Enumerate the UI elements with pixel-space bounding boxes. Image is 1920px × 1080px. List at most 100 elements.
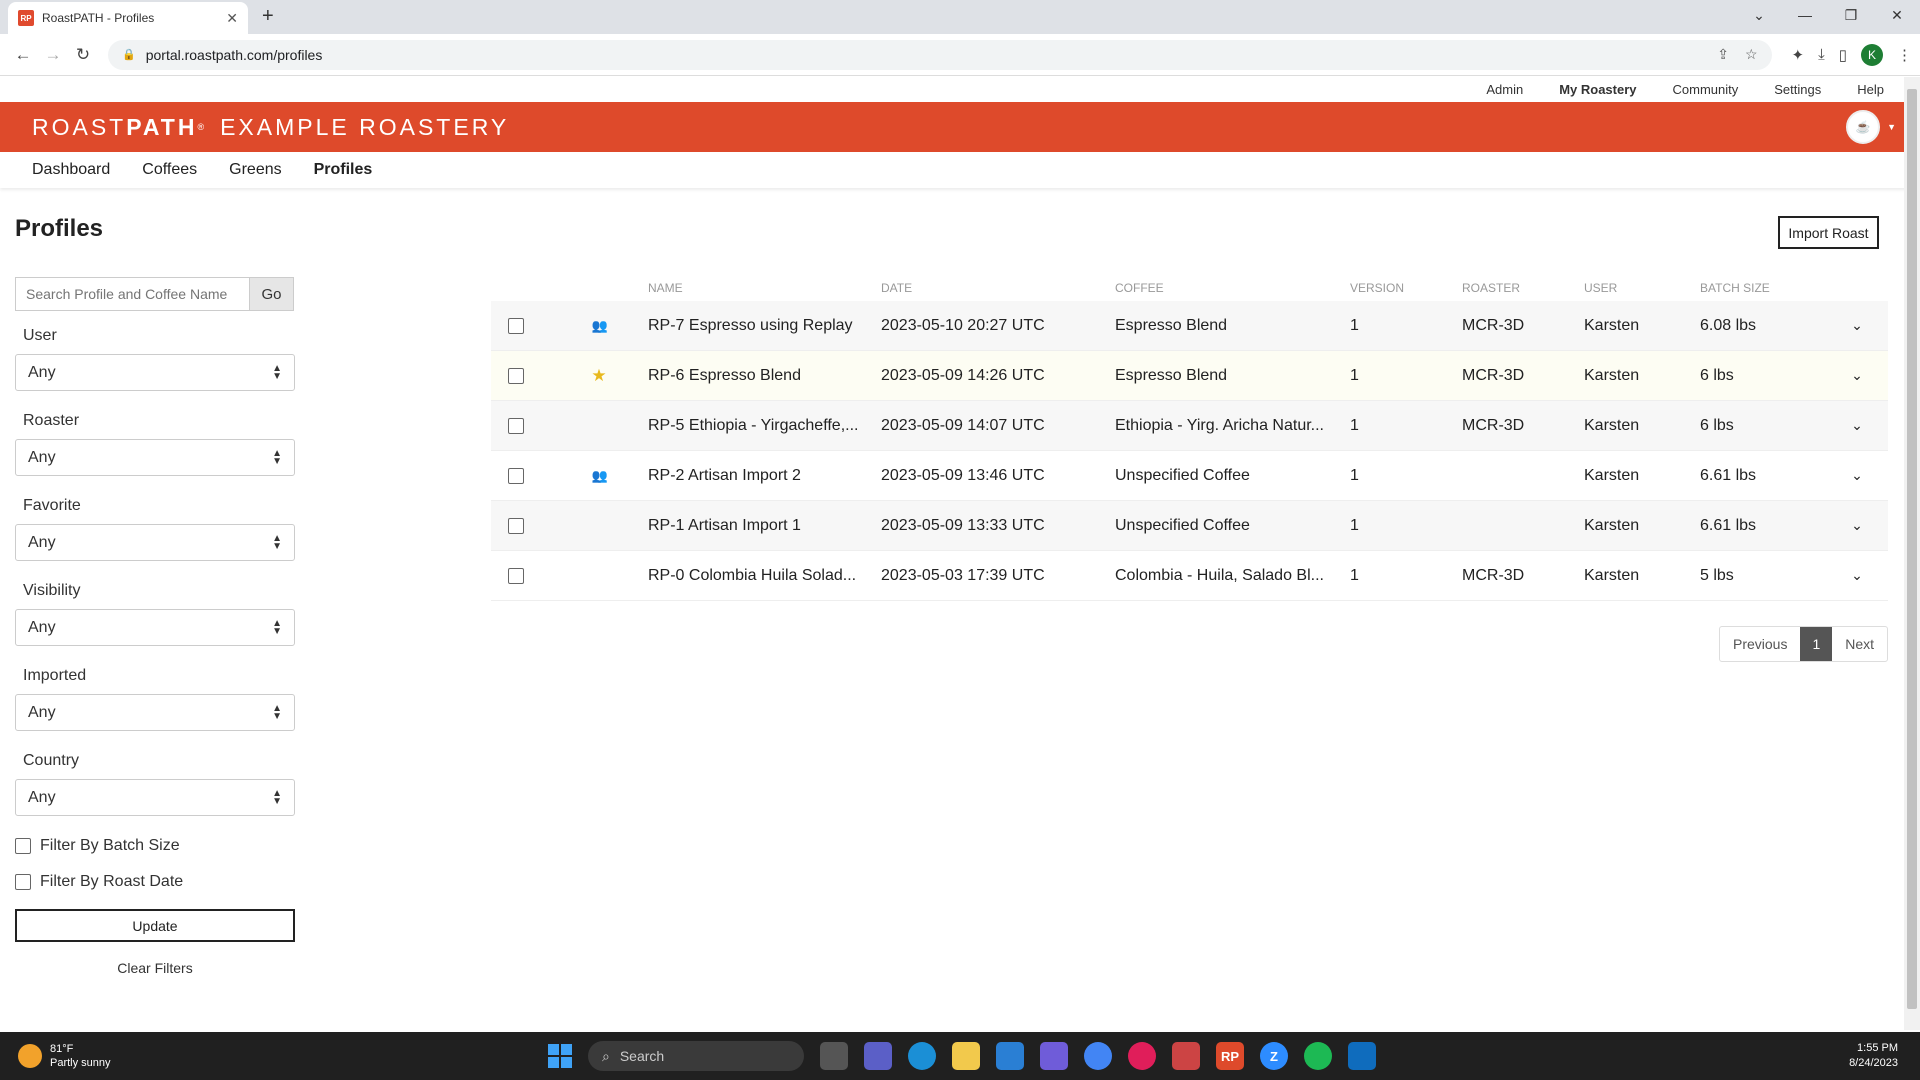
chevron-down-icon[interactable]: ⌄: [1827, 317, 1887, 334]
chevron-down-icon[interactable]: ⌄: [1827, 567, 1887, 584]
download-icon[interactable]: ⤓: [1818, 46, 1825, 63]
chevron-down-icon[interactable]: ⌄: [1827, 467, 1887, 484]
top-link-settings[interactable]: Settings: [1774, 82, 1821, 97]
profile-name[interactable]: RP-5 Ethiopia - Yirgacheffe,...: [648, 417, 881, 435]
extensions-icon[interactable]: ✦: [1792, 46, 1805, 64]
table-row[interactable]: ★ RP-6 Espresso Blend 2023-05-09 14:26 U…: [491, 351, 1888, 401]
profile-name[interactable]: RP-2 Artisan Import 2: [648, 467, 881, 485]
country-select[interactable]: Any ▲ ▼: [15, 779, 295, 816]
profile-name[interactable]: RP-0 Colombia Huila Solad...: [648, 567, 881, 585]
roast-date-filter[interactable]: Filter By Roast Date: [15, 873, 295, 891]
column-header-roaster[interactable]: ROASTER: [1462, 281, 1584, 295]
current-page-button[interactable]: 1: [1800, 627, 1833, 661]
table-row[interactable]: 👥 RP-2 Artisan Import 2 2023-05-09 13:46…: [491, 451, 1888, 501]
side-panel-icon[interactable]: ▯: [1839, 46, 1847, 64]
top-link-help[interactable]: Help: [1857, 82, 1884, 97]
row-checkbox[interactable]: [508, 467, 524, 484]
weather-widget[interactable]: 81°F Partly sunny: [18, 1042, 111, 1070]
forward-icon[interactable]: →: [38, 45, 68, 65]
app-icon[interactable]: [1040, 1042, 1068, 1070]
batch-size-checkbox[interactable]: [15, 838, 31, 854]
windows-start-icon[interactable]: [548, 1044, 572, 1068]
column-header-name[interactable]: NAME: [648, 281, 881, 295]
previous-page-button[interactable]: Previous: [1720, 627, 1800, 661]
edge-icon[interactable]: [908, 1042, 936, 1070]
roastpath-app-icon[interactable]: RP: [1216, 1042, 1244, 1070]
profile-name[interactable]: RP-7 Espresso using Replay: [648, 317, 881, 335]
table-row[interactable]: 👥 RP-7 Espresso using Replay 2023-05-10 …: [491, 301, 1888, 351]
zoom-icon[interactable]: Z: [1260, 1042, 1288, 1070]
close-window-icon[interactable]: ✕: [1874, 0, 1920, 30]
batch-size-filter[interactable]: Filter By Batch Size: [15, 837, 295, 855]
import-roast-button[interactable]: Import Roast: [1778, 216, 1879, 249]
row-checkbox[interactable]: [508, 517, 524, 534]
favorite-select[interactable]: Any ▲ ▼: [15, 524, 295, 561]
slack-icon[interactable]: [1128, 1042, 1156, 1070]
mail-icon[interactable]: [996, 1042, 1024, 1070]
spotify-icon[interactable]: [1304, 1042, 1332, 1070]
top-link-admin[interactable]: Admin: [1486, 82, 1523, 97]
chrome-icon[interactable]: [1084, 1042, 1112, 1070]
row-checkbox[interactable]: [508, 367, 524, 384]
roaster-select[interactable]: Any ▲ ▼: [15, 439, 295, 476]
restore-icon[interactable]: ❐: [1828, 0, 1874, 30]
roastpath-logo[interactable]: ROASTPATH: [32, 114, 197, 141]
taskbar-search[interactable]: ⌕ Search: [588, 1041, 804, 1071]
file-explorer-icon[interactable]: [952, 1042, 980, 1070]
column-header-version[interactable]: VERSION: [1350, 281, 1462, 295]
profile-name[interactable]: RP-1 Artisan Import 1: [648, 517, 881, 535]
minimize-icon[interactable]: —: [1782, 0, 1828, 30]
top-link-community[interactable]: Community: [1673, 82, 1739, 97]
column-header-batch-size[interactable]: BATCH SIZE: [1700, 281, 1827, 295]
nav-greens[interactable]: Greens: [229, 161, 281, 179]
new-tab-icon[interactable]: +: [262, 5, 274, 28]
address-bar[interactable]: 🔒 portal.roastpath.com/profiles ⇪ ☆: [108, 39, 1772, 70]
scrollbar-thumb[interactable]: [1907, 89, 1917, 1009]
dice-app-icon[interactable]: [1172, 1042, 1200, 1070]
system-clock[interactable]: 1:55 PM 8/24/2023: [1849, 1041, 1898, 1071]
profile-name[interactable]: RP-6 Espresso Blend: [648, 367, 881, 385]
table-row[interactable]: RP-0 Colombia Huila Solad... 2023-05-03 …: [491, 551, 1888, 601]
nav-dashboard[interactable]: Dashboard: [32, 161, 110, 179]
chevron-down-icon[interactable]: ⌄: [1827, 417, 1887, 434]
clear-filters-link[interactable]: Clear Filters: [15, 960, 295, 976]
page-scrollbar[interactable]: [1904, 77, 1920, 1030]
chevron-down-icon[interactable]: ⌄: [1827, 367, 1887, 384]
nav-coffees[interactable]: Coffees: [142, 161, 197, 179]
chevron-down-icon[interactable]: ⌄: [1827, 517, 1887, 534]
tab-search-icon[interactable]: ⌄: [1736, 0, 1782, 30]
caret-down-icon[interactable]: ▼: [1887, 122, 1896, 132]
update-button[interactable]: Update: [15, 909, 295, 942]
reload-icon[interactable]: ↻: [68, 45, 98, 65]
bookmark-star-icon[interactable]: ☆: [1745, 46, 1758, 63]
next-page-button[interactable]: Next: [1832, 627, 1887, 661]
visibility-select[interactable]: Any ▲ ▼: [15, 609, 295, 646]
search-input[interactable]: [15, 277, 249, 311]
roastery-avatar[interactable]: ☕: [1846, 110, 1880, 144]
task-view-icon[interactable]: [820, 1042, 848, 1070]
row-checkbox[interactable]: [508, 417, 524, 434]
row-checkbox[interactable]: [508, 567, 524, 584]
table-row[interactable]: RP-5 Ethiopia - Yirgacheffe,... 2023-05-…: [491, 401, 1888, 451]
back-icon[interactable]: ←: [8, 45, 38, 65]
row-checkbox[interactable]: [508, 317, 524, 334]
table-row[interactable]: RP-1 Artisan Import 1 2023-05-09 13:33 U…: [491, 501, 1888, 551]
nav-profiles[interactable]: Profiles: [314, 161, 373, 179]
user-select[interactable]: Any ▲ ▼: [15, 354, 295, 391]
favorite-star-icon[interactable]: ★: [591, 366, 606, 386]
imported-select[interactable]: Any ▲ ▼: [15, 694, 295, 731]
column-header-coffee[interactable]: COFFEE: [1115, 281, 1350, 295]
lock-icon[interactable]: 🔒: [122, 48, 136, 61]
top-link-my-roastery[interactable]: My Roastery: [1559, 82, 1636, 97]
column-header-user[interactable]: USER: [1584, 281, 1700, 295]
go-button[interactable]: Go: [249, 277, 294, 311]
share-icon[interactable]: ⇪: [1717, 46, 1729, 63]
teams-icon[interactable]: [864, 1042, 892, 1070]
browser-tab[interactable]: RP RoastPATH - Profiles ✕: [8, 2, 248, 34]
column-header-date[interactable]: DATE: [881, 281, 1115, 295]
profile-avatar[interactable]: K: [1861, 43, 1883, 66]
menu-icon[interactable]: ⋮: [1897, 46, 1912, 64]
roast-date-checkbox[interactable]: [15, 874, 31, 890]
close-tab-icon[interactable]: ✕: [226, 10, 238, 27]
app-window-icon[interactable]: [1348, 1042, 1376, 1070]
